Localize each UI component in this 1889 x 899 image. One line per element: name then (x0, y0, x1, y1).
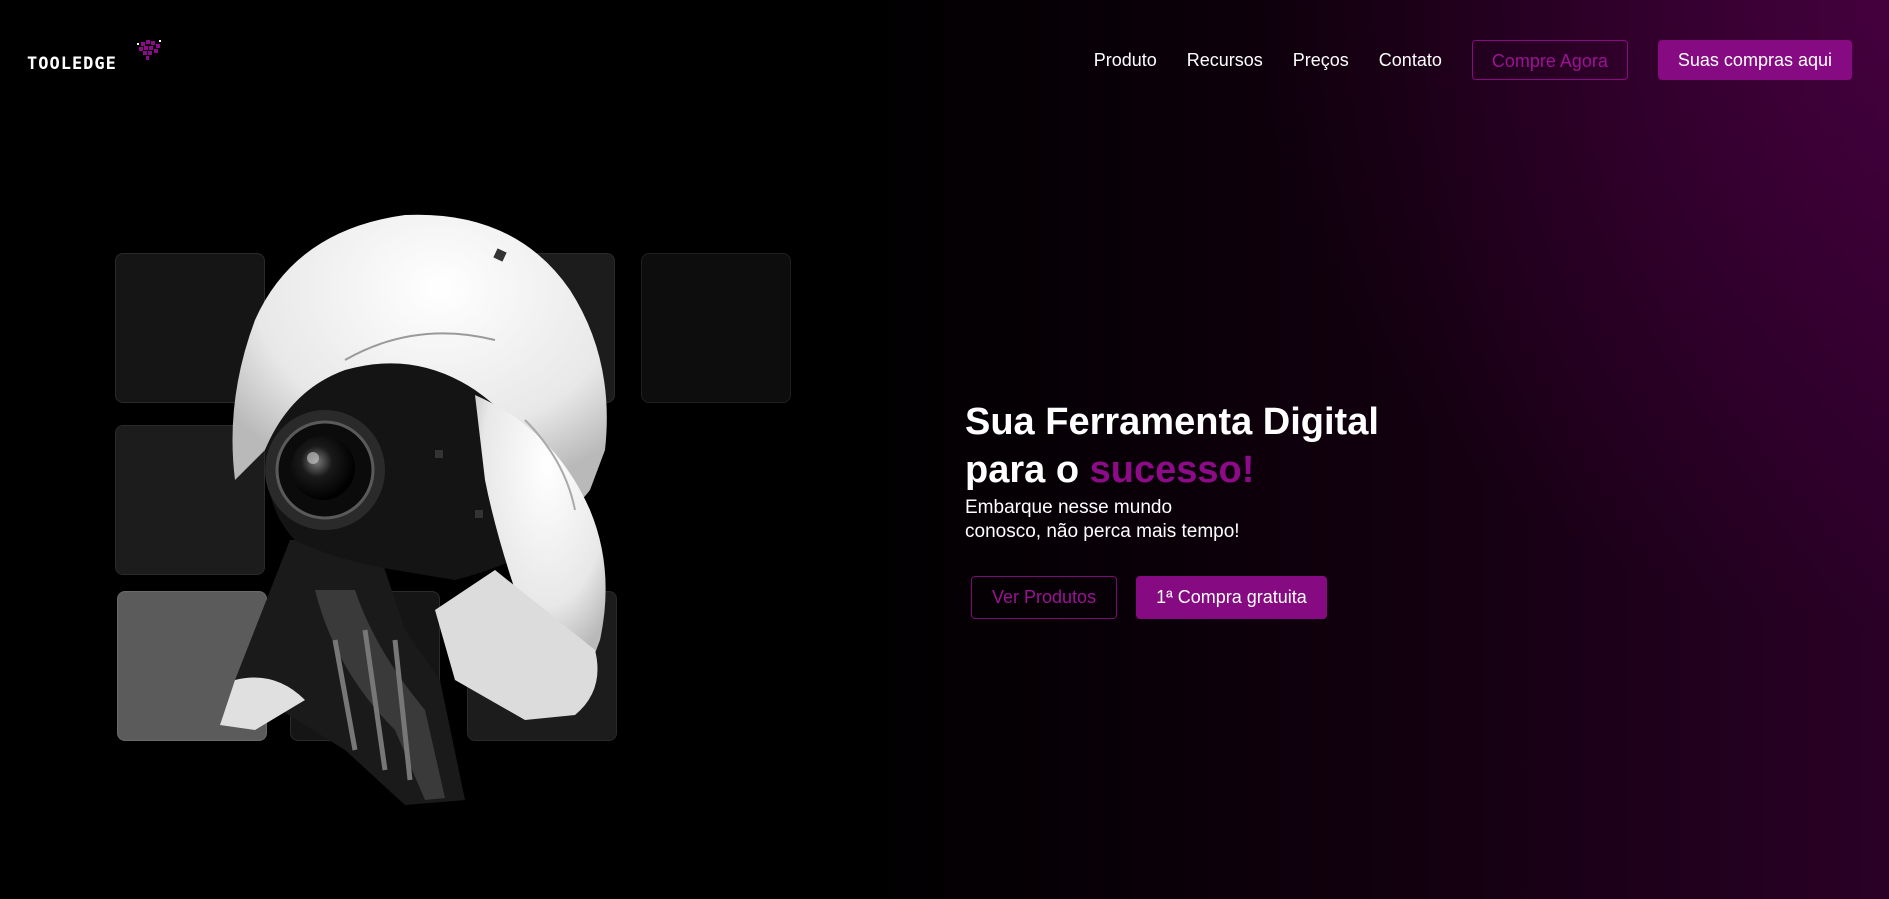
robot-head-illustration (220, 214, 607, 805)
hero-title-line2-prefix: para o (965, 449, 1090, 491)
nav-link-contato[interactable]: Contato (1379, 40, 1442, 80)
brand-logo[interactable]: TOOLEDGE (27, 38, 167, 74)
hero-section: Sua Ferramenta Digital para o sucesso! E… (965, 398, 1565, 619)
brain-icon (137, 40, 161, 60)
hero-title-line1: Sua Ferramenta Digital (965, 401, 1379, 443)
hero-subtitle-line1: Embarque nesse mundo (965, 497, 1173, 518)
site-header: TOOLEDGE Produto Recursos Preços Contato… (0, 0, 1889, 120)
nav-link-precos[interactable]: Preços (1293, 40, 1349, 80)
brand-name: TOOLEDGE (27, 54, 117, 74)
hero-actions: Ver Produtos 1ª Compra gratuita (971, 576, 1565, 619)
nav-link-recursos[interactable]: Recursos (1187, 40, 1263, 80)
hero-subtitle-line2: conosco, não perca mais tempo! (965, 521, 1240, 542)
hero-title: Sua Ferramenta Digital para o sucesso! (965, 398, 1565, 494)
view-products-button[interactable]: Ver Produtos (971, 576, 1118, 619)
buy-now-button[interactable]: Compre Agora (1471, 40, 1628, 80)
main-nav: Produto Recursos Preços Contato Compre A… (1094, 40, 1852, 80)
landing-page: TOOLEDGE Produto Recursos Preços Contato… (0, 0, 1889, 899)
hero-title-accent: sucesso! (1089, 449, 1255, 491)
hero-subtitle: Embarque nesse mundo conosco, não perca … (965, 496, 1565, 544)
nav-link-produto[interactable]: Produto (1094, 40, 1157, 80)
my-purchases-button[interactable]: Suas compras aqui (1657, 40, 1852, 80)
first-purchase-free-button[interactable]: 1ª Compra gratuita (1136, 576, 1327, 619)
decor-tile (641, 253, 791, 403)
